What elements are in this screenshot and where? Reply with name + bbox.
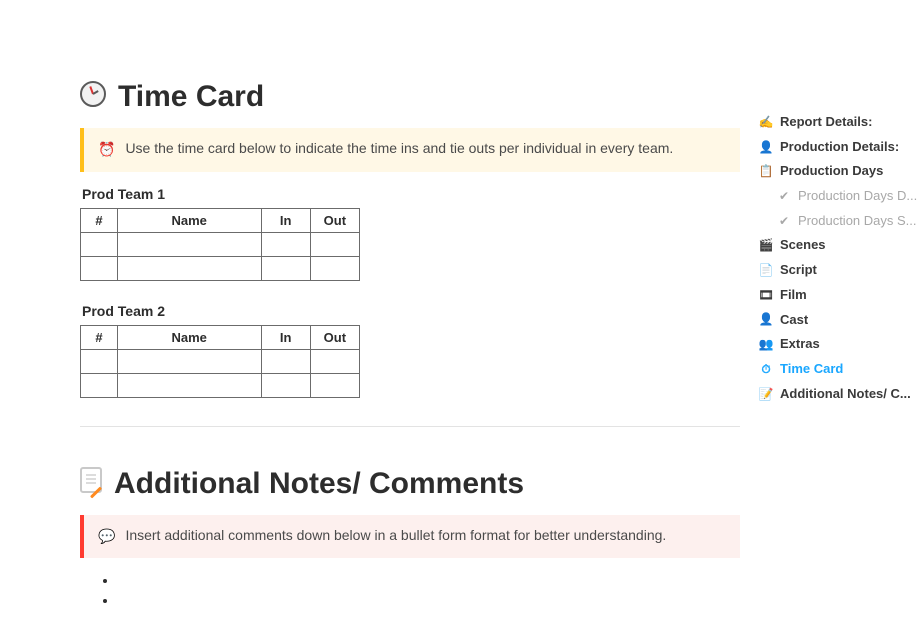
sidebar-item-extras[interactable]: 👥 Extras (758, 332, 918, 357)
sidebar-item-label: Time Card (780, 357, 843, 382)
sidebar-item-label: Production Days (780, 159, 883, 184)
sidebar-item-script[interactable]: 📄 Script (758, 258, 918, 283)
team1-label: Prod Team 1 (82, 186, 740, 202)
notes-callout-text: Insert additional comments down below in… (125, 527, 666, 543)
team2-label: Prod Team 2 (82, 303, 740, 319)
team1-table: # Name In Out (80, 208, 360, 281)
timecard-callout-text: Use the time card below to indicate the … (125, 140, 673, 156)
timecard-heading: Time Card (80, 80, 740, 114)
col-in-header: In (261, 208, 310, 232)
col-name-header: Name (117, 208, 261, 232)
notes-heading: Additional Notes/ Comments (80, 467, 740, 501)
sidebar-item-label: Script (780, 258, 817, 283)
table-row[interactable] (81, 256, 360, 280)
sidebar-item-production-details[interactable]: 👤 Production Details: (758, 135, 918, 160)
sidebar-item-production-days-s[interactable]: ✔ Production Days S... (758, 209, 918, 234)
sidebar-item-label: Scenes (780, 233, 826, 258)
speech-icon: 💬 (98, 527, 115, 547)
sidebar-item-production-days[interactable]: 📋 Production Days (758, 159, 918, 184)
table-row[interactable] (81, 349, 360, 373)
check-icon: ✔ (776, 210, 792, 233)
team2-table: # Name In Out (80, 325, 360, 398)
clipboard-icon: 📋 (758, 160, 774, 183)
col-out-header: Out (310, 325, 359, 349)
col-in-header: In (261, 325, 310, 349)
col-num-header: # (81, 208, 118, 232)
sidebar-item-scenes[interactable]: 🎬 Scenes (758, 233, 918, 258)
table-row[interactable] (81, 373, 360, 397)
notes-title-text: Additional Notes/ Comments (114, 467, 524, 501)
list-item[interactable] (118, 592, 740, 610)
timecard-callout: ⏰ Use the time card below to indicate th… (80, 128, 740, 172)
check-icon: ✔ (776, 185, 792, 208)
clock-icon (80, 81, 106, 114)
timecard-title-text: Time Card (118, 80, 264, 114)
sidebar-item-report-details[interactable]: ✍️ Report Details: (758, 110, 918, 135)
pencil-icon: ✍️ (758, 111, 774, 134)
sidebar-item-label: Cast (780, 308, 808, 333)
sidebar-item-label: Additional Notes/ C... (780, 382, 911, 407)
clapper-icon: 🎬 (758, 234, 774, 257)
table-header-row: # Name In Out (81, 325, 360, 349)
col-out-header: Out (310, 208, 359, 232)
main-content: Time Card ⏰ Use the time card below to i… (0, 0, 740, 612)
col-num-header: # (81, 325, 118, 349)
table-row[interactable] (81, 232, 360, 256)
sidebar-item-cast[interactable]: 👤 Cast (758, 308, 918, 333)
sidebar-item-label: Report Details: (780, 110, 872, 135)
film-icon: 🎞 (758, 284, 774, 307)
list-item[interactable] (118, 572, 740, 590)
sidebar-item-label: Extras (780, 332, 820, 357)
outline-sidebar: ✍️ Report Details: 👤 Production Details:… (758, 110, 918, 406)
sidebar-item-additional-notes[interactable]: 📝 Additional Notes/ C... (758, 382, 918, 407)
notes-callout: 💬 Insert additional comments down below … (80, 515, 740, 559)
section-divider (80, 426, 740, 427)
sidebar-item-film[interactable]: 🎞 Film (758, 283, 918, 308)
cast-icon: 👤 (758, 308, 774, 331)
person-icon: 👤 (758, 136, 774, 159)
note-icon: 📝 (758, 383, 774, 406)
page-icon: 📄 (758, 259, 774, 282)
extras-icon: 👥 (758, 333, 774, 356)
sidebar-item-label: Production Days D... (798, 184, 917, 209)
sidebar-item-label: Production Days S... (798, 209, 917, 234)
notes-bullet-list[interactable] (80, 572, 740, 610)
notes-icon (80, 467, 102, 500)
alarm-icon: ⏰ (98, 140, 115, 160)
sidebar-item-production-days-d[interactable]: ✔ Production Days D... (758, 184, 918, 209)
col-name-header: Name (117, 325, 261, 349)
table-header-row: # Name In Out (81, 208, 360, 232)
sidebar-item-time-card[interactable]: ⏱ Time Card (758, 357, 918, 382)
sidebar-item-label: Film (780, 283, 807, 308)
sidebar-item-label: Production Details: (780, 135, 899, 160)
stopwatch-icon: ⏱ (758, 358, 774, 381)
